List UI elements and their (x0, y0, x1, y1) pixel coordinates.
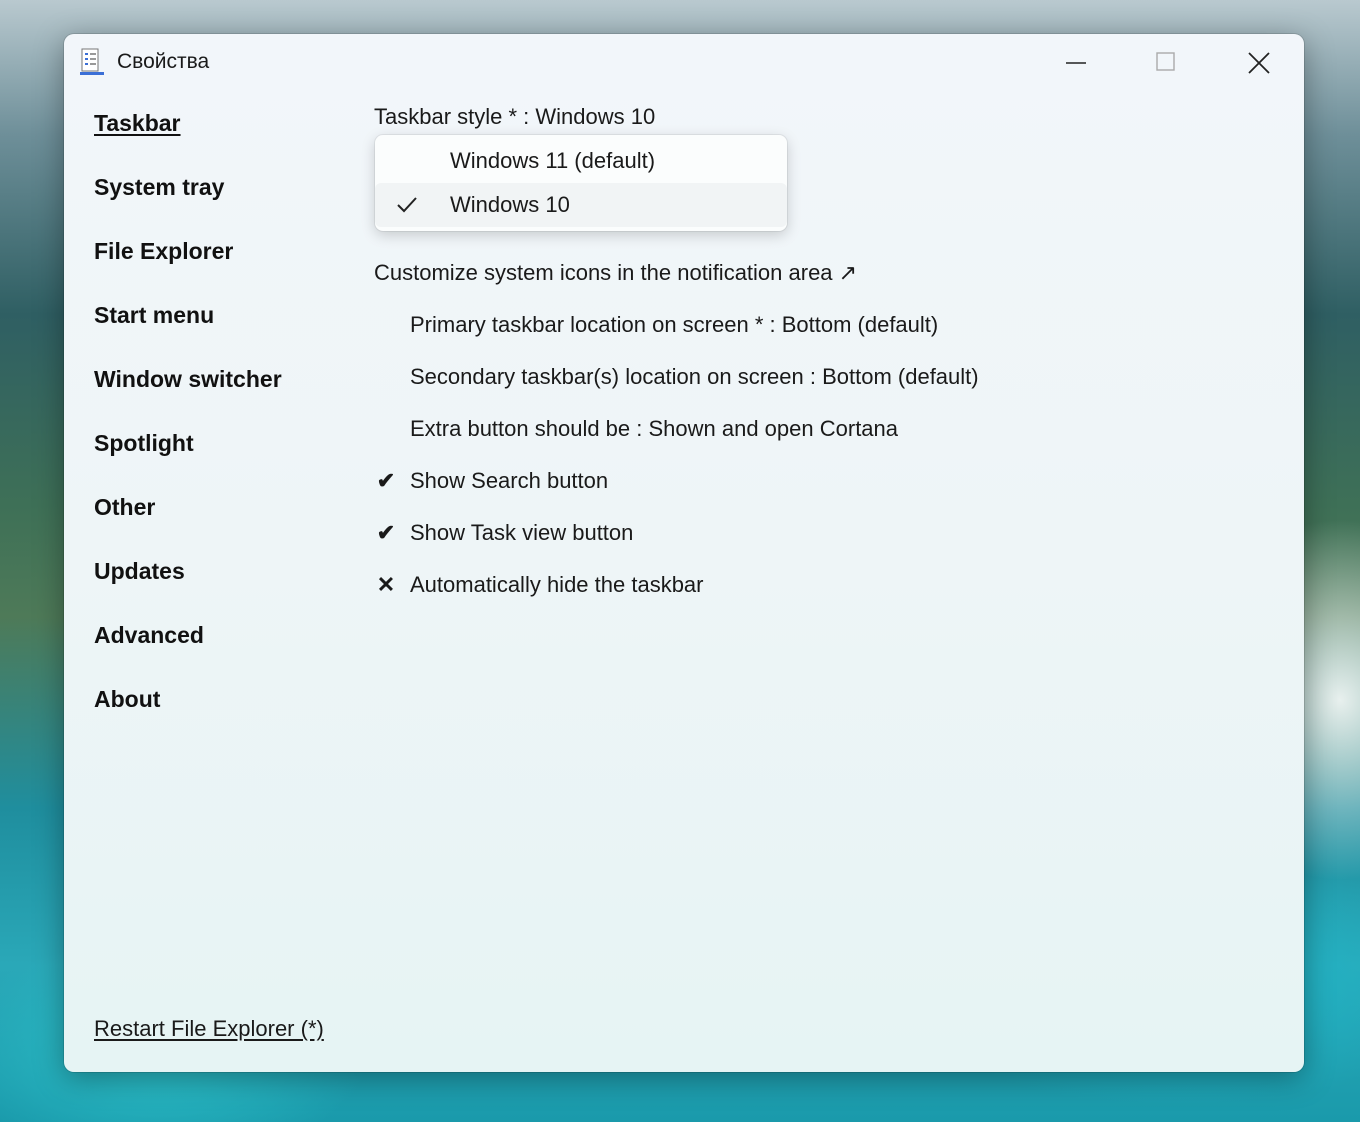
sidebar-item-other[interactable]: Other (94, 492, 155, 522)
sidebar-item-advanced[interactable]: Advanced (94, 620, 204, 650)
sidebar-item-system-tray[interactable]: System tray (94, 172, 224, 202)
maximize-button[interactable] (1143, 42, 1189, 82)
minimize-icon (1066, 62, 1086, 64)
secondary-location-label: Secondary taskbar(s) location on screen … (410, 364, 979, 389)
checkmark-icon: ✔ (376, 468, 396, 493)
primary-location-label: Primary taskbar location on screen * : B… (410, 312, 939, 337)
auto-hide-label: Automatically hide the taskbar (410, 572, 704, 597)
cross-icon: ✕ (376, 572, 396, 597)
close-icon (1248, 52, 1270, 74)
show-search-label: Show Search button (410, 468, 609, 493)
checkmark-icon: ✔ (376, 520, 396, 545)
option-label: Windows 10 (450, 192, 570, 217)
sidebar-item-file-explorer[interactable]: File Explorer (94, 236, 233, 266)
close-button[interactable] (1235, 42, 1281, 82)
checkmark-icon (397, 197, 417, 213)
properties-window: Свойства Taskbar System tray File Explor… (64, 34, 1304, 1072)
taskbar-style-dropdown: Windows 11 (default) Windows 10 (375, 135, 787, 231)
sidebar-item-spotlight[interactable]: Spotlight (94, 428, 194, 458)
window-title: Свойства (117, 50, 210, 73)
maximize-icon (1156, 52, 1175, 71)
app-icon (80, 48, 104, 75)
sidebar-item-taskbar[interactable]: Taskbar (94, 108, 181, 138)
customize-icons-label: Customize system icons in the notificati… (374, 260, 858, 285)
dropdown-option-windows-11[interactable]: Windows 11 (default) (375, 139, 787, 183)
restart-explorer-link[interactable]: Restart File Explorer (*) (94, 1014, 324, 1044)
extra-button-label: Extra button should be : Shown and open … (410, 416, 899, 441)
dropdown-option-windows-10[interactable]: Windows 10 (375, 183, 787, 227)
sidebar-item-window-switcher[interactable]: Window switcher (94, 364, 282, 394)
taskbar-style-label: Taskbar style * : Windows 10 (374, 104, 656, 129)
option-label: Windows 11 (default) (450, 148, 656, 173)
title-bar[interactable]: Свойства (64, 34, 1304, 90)
sidebar-item-updates[interactable]: Updates (94, 556, 185, 586)
sidebar-item-about[interactable]: About (94, 684, 160, 714)
minimize-button[interactable] (1053, 42, 1099, 82)
show-task-view-label: Show Task view button (410, 520, 634, 545)
sidebar-item-start-menu[interactable]: Start menu (94, 300, 214, 330)
